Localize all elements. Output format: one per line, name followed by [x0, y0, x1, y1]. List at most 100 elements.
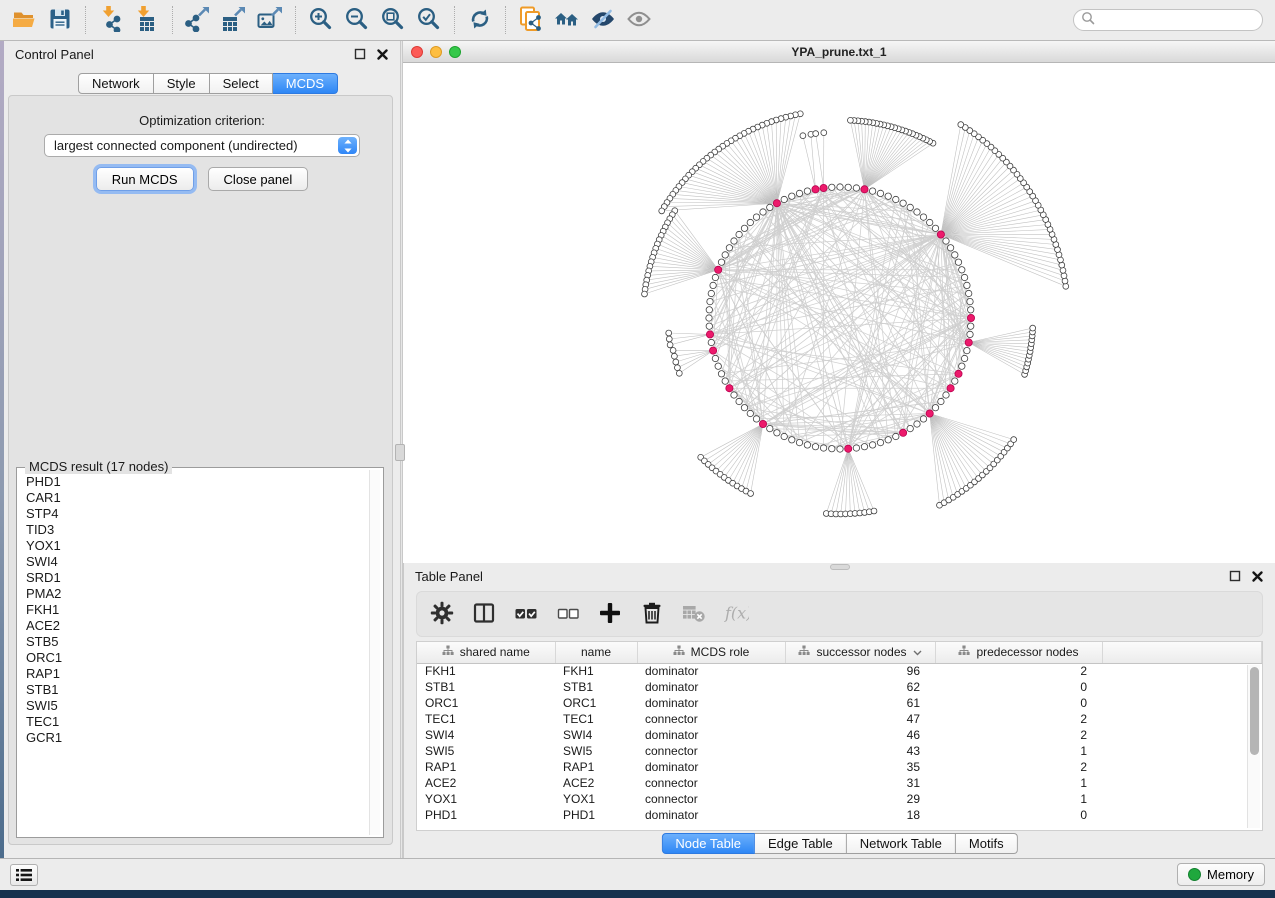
mcds-result-item[interactable]: TID3: [26, 522, 365, 538]
mcds-result-item[interactable]: YOX1: [26, 538, 365, 554]
mcds-result-item[interactable]: SWI4: [26, 554, 365, 570]
mcds-result-list: PHD1CAR1STP4TID3YOX1SWI4SRD1PMA2FKH1ACE2…: [26, 474, 365, 833]
refresh-button[interactable]: [462, 4, 498, 36]
tab-network[interactable]: Network: [78, 73, 154, 94]
run-mcds-button[interactable]: Run MCDS: [96, 167, 194, 191]
table-row[interactable]: SWI5SWI5connector431: [417, 743, 1262, 759]
clone-network-button[interactable]: [513, 4, 549, 36]
save-session-button[interactable]: [42, 4, 78, 36]
table-row[interactable]: PHD1PHD1dominator180: [417, 807, 1262, 823]
zoom-in-button[interactable]: [303, 4, 339, 36]
dropdown-stepper-icon: [338, 137, 357, 154]
table-row[interactable]: RAP1RAP1dominator352: [417, 759, 1262, 775]
mcds-result-scrollbar[interactable]: [369, 470, 380, 835]
mcds-result-item[interactable]: PMA2: [26, 586, 365, 602]
tab-network-table[interactable]: Network Table: [847, 833, 956, 854]
mcds-result-item[interactable]: SRD1: [26, 570, 365, 586]
open-file-button[interactable]: [6, 4, 42, 36]
tab-mcds[interactable]: MCDS: [273, 73, 338, 94]
search-input[interactable]: [1099, 13, 1262, 27]
divider-grip-icon[interactable]: [830, 564, 850, 570]
delete-row-button[interactable]: [637, 599, 667, 629]
mcds-result-item[interactable]: CAR1: [26, 490, 365, 506]
minimize-window-button[interactable]: [430, 46, 442, 58]
first-neighbors-button[interactable]: [549, 4, 585, 36]
mcds-result-item[interactable]: SWI5: [26, 698, 365, 714]
mcds-result-item[interactable]: TEC1: [26, 714, 365, 730]
close-panel-button[interactable]: Close panel: [208, 167, 309, 191]
table-row[interactable]: ACE2ACE2connector311: [417, 775, 1262, 791]
tab-node-table[interactable]: Node Table: [661, 833, 755, 854]
export-image-button[interactable]: [252, 4, 288, 36]
mcds-result-item[interactable]: STB1: [26, 682, 365, 698]
delete-row-icon: [639, 600, 665, 629]
tree-column-icon: [442, 645, 454, 659]
table-header-row: shared namenameMCDS rolesuccessor nodesp…: [417, 642, 1262, 663]
column-header-shared-name[interactable]: shared name: [417, 642, 555, 663]
table-row[interactable]: STB1STB1dominator620: [417, 679, 1262, 695]
columns-button[interactable]: [469, 599, 499, 629]
divider-grip-icon[interactable]: [395, 444, 405, 461]
zoom-selected-button[interactable]: [411, 4, 447, 36]
mcds-result-item[interactable]: ACE2: [26, 618, 365, 634]
mcds-result-item[interactable]: GCR1: [26, 730, 365, 746]
column-header-MCDS-role[interactable]: MCDS role: [637, 642, 785, 663]
deselect-all-button[interactable]: [553, 599, 583, 629]
add-row-button[interactable]: [595, 599, 625, 629]
hide-selected-button[interactable]: [585, 4, 621, 36]
select-all-button[interactable]: [511, 599, 541, 629]
zoom-window-button[interactable]: [449, 46, 461, 58]
show-all-button[interactable]: [621, 4, 657, 36]
criterion-dropdown[interactable]: largest connected component (undirected): [44, 134, 360, 157]
zoom-fit-button[interactable]: [375, 4, 411, 36]
function-builder-button: f(x): [721, 599, 751, 629]
table-scrollbar-thumb[interactable]: [1250, 667, 1259, 755]
tab-motifs[interactable]: Motifs: [956, 833, 1018, 854]
zoom-out-button[interactable]: [339, 4, 375, 36]
mcds-result-item[interactable]: STB5: [26, 634, 365, 650]
add-row-icon: [597, 600, 623, 629]
table-row[interactable]: YOX1YOX1connector291: [417, 791, 1262, 807]
tab-edge-table[interactable]: Edge Table: [755, 833, 847, 854]
zoom-selected-icon: [416, 6, 442, 35]
table-row[interactable]: TEC1TEC1connector472: [417, 711, 1262, 727]
select-all-icon: [513, 600, 539, 629]
status-bar: Memory: [0, 858, 1275, 890]
close-window-button[interactable]: [411, 46, 423, 58]
mcds-result-title: MCDS result (17 nodes): [25, 459, 172, 474]
close-panel-icon[interactable]: [376, 48, 389, 61]
table-row[interactable]: FKH1FKH1dominator962: [417, 663, 1262, 679]
close-panel-icon[interactable]: [1251, 570, 1264, 583]
mcds-result-item[interactable]: RAP1: [26, 666, 365, 682]
table-scrollbar[interactable]: [1247, 665, 1260, 828]
export-network-button[interactable]: [180, 4, 216, 36]
column-header-successor-nodes[interactable]: successor nodes: [785, 642, 935, 663]
network-window-title: YPA_prune.txt_1: [403, 45, 1275, 59]
toolbar-separator: [85, 6, 86, 34]
float-panel-icon[interactable]: [1229, 570, 1242, 583]
mcds-result-item[interactable]: PHD1: [26, 474, 365, 490]
mcds-result-item[interactable]: STP4: [26, 506, 365, 522]
tab-style[interactable]: Style: [154, 73, 210, 94]
show-panels-menu-button[interactable]: [10, 864, 38, 886]
network-window-titlebar: YPA_prune.txt_1: [403, 41, 1275, 63]
network-graph[interactable]: [403, 63, 1275, 563]
first-neighbors-icon: [554, 6, 580, 35]
mcds-result-item[interactable]: FKH1: [26, 602, 365, 618]
memory-button[interactable]: Memory: [1177, 863, 1265, 886]
import-network-button[interactable]: [93, 4, 129, 36]
settings-button[interactable]: [427, 599, 457, 629]
export-table-button[interactable]: [216, 4, 252, 36]
clone-network-icon: [518, 6, 544, 35]
table-row[interactable]: ORC1ORC1dominator610: [417, 695, 1262, 711]
mcds-result-item[interactable]: ORC1: [26, 650, 365, 666]
column-header-name[interactable]: name: [555, 642, 637, 663]
table-row[interactable]: SWI4SWI4dominator462: [417, 727, 1262, 743]
control-panel: Control Panel NetworkStyleSelectMCDS Opt…: [4, 41, 400, 858]
float-panel-icon[interactable]: [354, 48, 367, 61]
column-header-predecessor-nodes[interactable]: predecessor nodes: [935, 642, 1102, 663]
search-box[interactable]: [1073, 9, 1263, 31]
tab-select[interactable]: Select: [210, 73, 273, 94]
table-tabs: Node TableEdge TableNetwork TableMotifs: [661, 833, 1017, 854]
import-table-button[interactable]: [129, 4, 165, 36]
